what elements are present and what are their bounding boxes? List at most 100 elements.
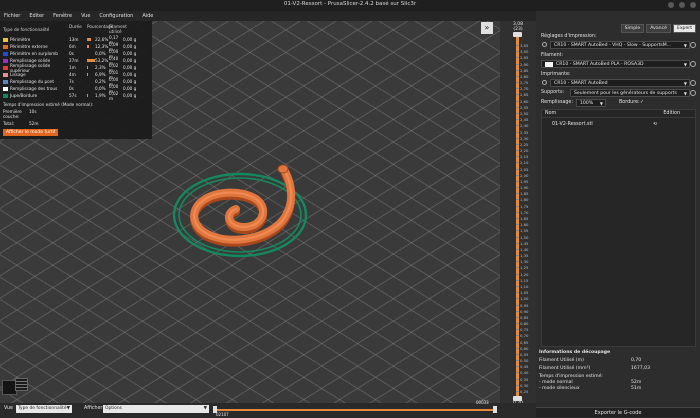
close-button[interactable]: [690, 2, 696, 8]
legend-pct: 22,6%: [95, 37, 109, 42]
legend-type-name: Périmètre en surplomb: [10, 51, 58, 56]
legend-bar: [87, 87, 95, 90]
stealth-mode-button[interactable]: Afficher le mode furtif: [3, 129, 59, 136]
supports-gear-icon[interactable]: [690, 90, 696, 96]
legend-row[interactable]: Périmètre 13m 22,6% 0,17 m 0,00 g: [3, 35, 149, 45]
window-title: 01-V2-Ressort - PrusaSlicer-2.4.2 basé s…: [283, 1, 417, 7]
chevron-down-icon: ▼: [66, 406, 70, 411]
brim-checkbox[interactable]: ✓: [640, 100, 644, 105]
menu-configuration[interactable]: Configuration: [99, 13, 133, 19]
tab-avance[interactable]: Avancé: [646, 24, 671, 33]
menu-fenetre[interactable]: Fenêtre: [53, 13, 72, 19]
layer-tick-label: 1,30: [515, 259, 529, 265]
legend-time: 0s: [69, 51, 74, 56]
filament-select[interactable]: CR10 - SMART AutoBed PLA - ROSA3D ▼: [541, 60, 690, 68]
legend-pct: 53,2%: [95, 58, 109, 63]
legend-row[interactable]: Périmètre en surplomb 0s 0,0% 0,00 m 0,00 g: [3, 49, 149, 59]
mode-silent-row: - mode silencieux 51m: [539, 386, 642, 391]
layer-tick-label: 2,15: [515, 154, 529, 160]
slice-info-row: Filament Utilisé (mm³) 1677,03: [539, 366, 650, 371]
layer-tick-label: 1,90: [515, 185, 529, 191]
move-slider[interactable]: [213, 406, 497, 413]
legend-bar: [87, 45, 95, 48]
layer-top-readout: 3,08 (23): [512, 22, 524, 32]
legend-pct: 0,0%: [95, 51, 106, 56]
legend-header-used: Filament utilisé: [109, 24, 127, 34]
legend-weight: 0,00 g: [123, 79, 137, 84]
menu-editer[interactable]: Editer: [29, 13, 44, 19]
legend-row[interactable]: Périmètre externe 6m 12,3% 0,09 m 0,00 g: [3, 42, 149, 52]
legend-row[interactable]: Remplissage du pont 7s 0,2% 0,00 m 0,00 g: [3, 77, 149, 87]
supports-select[interactable]: Seulement pour les générateurs de suppor…: [570, 89, 690, 97]
edit-icon[interactable]: ⟲: [653, 122, 657, 127]
legend-swatch: [3, 65, 8, 70]
tab-expert[interactable]: Expert: [672, 24, 696, 33]
maximize-button[interactable]: [679, 2, 685, 8]
layer-tick-label: 1,65: [515, 216, 529, 221]
export-gcode-button[interactable]: Exporter le G-code: [536, 407, 700, 417]
layer-slider[interactable]: 3,08 (23) 3,05 3,00 2,95 2,90 2,85 2,80 2,75 2,…: [500, 21, 536, 412]
legend-time: 0s: [69, 86, 74, 91]
layer-tick-label: 2,70: [515, 86, 529, 92]
supports-label: Supports:: [541, 90, 565, 95]
layer-tick-label: 0,65: [515, 339, 529, 345]
legend-header-time: Durée: [69, 24, 82, 29]
printer-gear-icon[interactable]: [690, 80, 696, 86]
chevron-down-icon: ▼: [683, 90, 687, 96]
legend-pct: 0,0%: [95, 86, 106, 91]
layer-tick-label: 2,20: [515, 148, 529, 154]
layer-tick-label: 1,80: [515, 197, 529, 203]
layer-tick-label: 1,15: [515, 277, 529, 283]
legend-row[interactable]: Jupe/Bordure 57s 1,9% 0,02 m 0,00 g: [3, 91, 149, 101]
printer-label: Imprimante:: [541, 72, 571, 77]
layer-slider-top-thumb[interactable]: [513, 32, 522, 37]
tab-simple[interactable]: Simple: [620, 24, 645, 33]
estimated-time-title: Temps d'impression estimé:: [539, 374, 603, 379]
legend-row[interactable]: Remplissage des trous 0s 0,0% 0,00 m 0,00 g: [3, 84, 149, 94]
infill-select[interactable]: 100% ▼: [576, 99, 606, 107]
collapse-sidebar-button[interactable]: »: [481, 22, 493, 34]
layer-tick-label: 1,25: [515, 265, 529, 271]
window-controls: [668, 2, 696, 8]
title-bar: 01-V2-Ressort - PrusaSlicer-2.4.2 basé s…: [0, 0, 700, 11]
legend-swatch: [3, 79, 8, 84]
legend-swatch: [3, 93, 8, 98]
filament-color-swatch[interactable]: [545, 61, 553, 67]
layer-tick-label: 0,25: [515, 389, 529, 394]
layer-tick-label: 0,40: [515, 370, 529, 376]
filament-gear-icon[interactable]: [690, 61, 696, 67]
legend-swatch: [3, 51, 8, 56]
legend-bar: [87, 38, 95, 41]
print-settings-gear-icon[interactable]: [690, 42, 696, 48]
legend-row[interactable]: Lissage 4m 6,9% 0,01 m 0,00 g: [3, 70, 149, 80]
layer-tick-label: 2,10: [515, 160, 529, 166]
collapse-icon: »: [484, 23, 490, 32]
layer-tick-label: 2,05: [515, 166, 529, 172]
chevron-down-icon: ▼: [683, 61, 687, 67]
show-options-select[interactable]: Options ▼: [103, 405, 209, 413]
view-toggle[interactable]: [2, 376, 28, 398]
legend-pct: 12,3%: [95, 44, 109, 49]
print-settings-select[interactable]: CR10 - SMART AutoBed - VHQ - Slow - Supp…: [550, 41, 690, 49]
legend-bar: [87, 73, 95, 76]
legend-bar: [87, 80, 95, 83]
menu-aide[interactable]: Aide: [142, 13, 153, 19]
chevron-down-icon: ▼: [599, 100, 603, 106]
legend-type-name: Périmètre externe: [10, 44, 48, 49]
layer-tick-label: 1,45: [515, 240, 529, 246]
layers-icon[interactable]: [15, 378, 28, 391]
printer-select[interactable]: CR10 - SMART AutoBed ▼: [550, 79, 690, 87]
layer-tick-label: 2,25: [515, 141, 529, 147]
legend-weight: 0,00 g: [123, 93, 137, 98]
legend-time: 1m: [69, 65, 76, 70]
object-row[interactable]: 01-V2-Ressort.stl ⟲: [542, 118, 695, 127]
view-type-select[interactable]: Type de fonctionnalité ▼: [16, 405, 72, 413]
menu-fichier[interactable]: Fichier: [4, 13, 20, 19]
layer-tick-label: 2,90: [515, 61, 529, 67]
legend-row[interactable]: Remplissage solide supérieur 1m 2,3% 0,02 m…: [3, 63, 149, 73]
object-list: Nom Edition 01-V2-Ressort.stl ⟲: [541, 109, 696, 347]
minimize-button[interactable]: [668, 2, 674, 8]
layer-tick-label: 1,85: [515, 191, 529, 197]
menu-vue[interactable]: Vue: [81, 13, 90, 19]
move-slider-right-thumb[interactable]: [493, 406, 497, 413]
